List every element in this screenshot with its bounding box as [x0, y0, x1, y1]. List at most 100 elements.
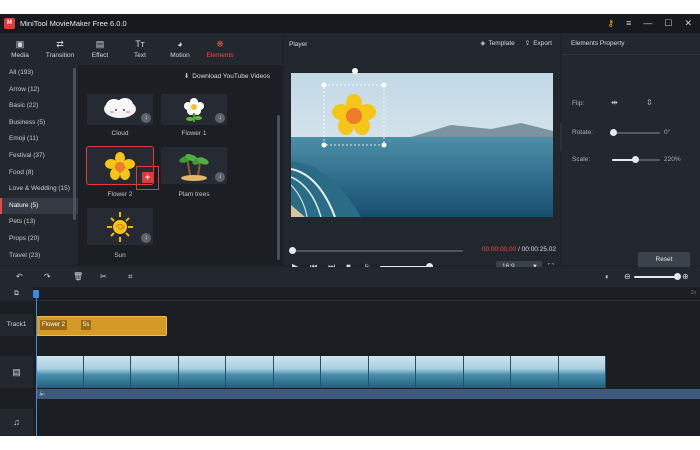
template-button[interactable]: ◈ Template: [480, 39, 514, 47]
category-item-props[interactable]: Props (20): [0, 231, 78, 248]
template-icon: ◈: [480, 40, 486, 47]
property-title: Elements Property: [571, 40, 625, 47]
redo-icon[interactable]: ↷: [44, 271, 51, 283]
category-item-festival[interactable]: Festival (37): [0, 148, 78, 165]
tab-transition[interactable]: ⇄ Transition: [40, 33, 80, 65]
player-actions: ◈ Template ⇪ Export: [480, 39, 552, 47]
tab-label: Media: [11, 52, 29, 59]
motion-icon: ◕: [177, 39, 183, 49]
download-badge-icon[interactable]: ↓: [215, 113, 225, 123]
video-frame-thumbnail: [368, 356, 416, 388]
elements-scrollbar[interactable]: [277, 115, 280, 260]
zoom-in-icon[interactable]: ⊕: [682, 271, 689, 283]
tab-label: Transition: [45, 52, 75, 59]
speaker-icon: 🔈: [39, 391, 47, 397]
download-badge-icon[interactable]: ↓: [141, 233, 151, 243]
video-audio-lane[interactable]: 🔈: [36, 389, 700, 399]
tab-motion[interactable]: ◕ Motion: [160, 33, 200, 65]
element-clip-flower-2[interactable]: Flower 2 5s: [36, 316, 167, 336]
app-logo: M: [4, 18, 15, 29]
element-label: Flower 1: [181, 130, 207, 137]
movie-maker-window: M MiniTool MovieMaker Free 6.0.0 ⚷ ≡ — ☐…: [0, 14, 700, 436]
crop-icon[interactable]: ⌗: [128, 271, 133, 283]
category-item-business[interactable]: Business (5): [0, 115, 78, 132]
elements-property-panel: Elements Property Flip: ⇹ ⇳ Rotate: 0° S…: [562, 33, 700, 268]
ruler-end-marker: 2s: [690, 290, 696, 296]
player-panel: Player ◈ Template ⇪ Export 00:00:00.00 /…: [284, 33, 560, 273]
video-frame-thumbnail: [511, 356, 559, 388]
video-clip[interactable]: [36, 356, 606, 388]
rotate-slider[interactable]: [612, 132, 660, 134]
undo-icon[interactable]: ↶: [16, 271, 23, 283]
category-item-food[interactable]: Food (8): [0, 165, 78, 182]
effect-icon: ▤: [95, 39, 105, 49]
element-label: Cloud: [111, 130, 129, 137]
split-icon[interactable]: ✂: [100, 271, 107, 283]
element-sun[interactable]: ↓: [87, 208, 153, 245]
timeline: ⧉ 2s Track1 Flower 2 5s ▤ 🔈 ♫: [0, 287, 700, 436]
video-frame-thumbnail: [273, 356, 321, 388]
category-item-pets[interactable]: Pets (13): [0, 214, 78, 231]
timeline-toolbar: ↶ ↷ 🗑 ✂ ⌗ ◐ ⊖ ⊕: [0, 267, 700, 287]
video-frame-thumbnail: [131, 356, 179, 388]
player-header: Player ◈ Template ⇪ Export: [284, 33, 560, 55]
element-label: Plam trees: [178, 191, 210, 198]
video-preview[interactable]: [291, 73, 553, 217]
minimize-icon[interactable]: —: [643, 14, 652, 33]
reset-button[interactable]: Reset: [638, 252, 690, 268]
download-icon: ⬇: [183, 73, 190, 80]
template-label: Template: [488, 40, 515, 47]
category-scrollbar[interactable]: [73, 68, 76, 220]
scale-handle[interactable]: [632, 156, 639, 163]
category-item-all[interactable]: All (193): [0, 65, 78, 82]
tab-media[interactable]: ▣ Media: [0, 33, 40, 65]
track-1-header: Track1: [0, 314, 33, 336]
rotate-handle[interactable]: [352, 68, 358, 74]
zoom-out-icon[interactable]: ⊖: [624, 271, 631, 283]
time-ruler[interactable]: [33, 287, 700, 301]
add-track-icon[interactable]: ⧉: [0, 287, 33, 301]
seek-handle[interactable]: [289, 247, 296, 254]
current-time: 00:00:00.00: [481, 246, 517, 253]
category-item-nature[interactable]: Nature (5): [0, 197, 78, 215]
seek-bar[interactable]: [291, 250, 463, 252]
flip-vertical-icon[interactable]: ⇳: [646, 98, 653, 107]
download-badge-icon[interactable]: ↓: [141, 113, 151, 123]
video-frame-thumbnail: [558, 356, 606, 388]
category-item-love-wedding[interactable]: Love & Wedding (15): [0, 181, 78, 198]
key-icon[interactable]: ⚷: [608, 14, 615, 33]
element-cloud[interactable]: ↓: [87, 94, 153, 125]
export-button[interactable]: ⇪ Export: [525, 39, 552, 47]
audio-mixer-icon[interactable]: ◐: [605, 271, 610, 283]
video-frame-thumbnail: [83, 356, 131, 388]
zoom-handle[interactable]: [674, 273, 681, 280]
rotate-handle[interactable]: [610, 129, 617, 136]
rotate-label: Rotate:: [572, 129, 593, 136]
flip-horizontal-icon[interactable]: ⇹: [611, 98, 618, 107]
tab-effect[interactable]: ▤ Effect: [80, 33, 120, 65]
player-title: Player: [289, 40, 308, 48]
delete-icon[interactable]: 🗑: [73, 271, 83, 283]
category-item-emoji[interactable]: Emoji (11): [0, 131, 78, 148]
scale-value: 220%: [664, 156, 681, 163]
flip-label: Flip:: [572, 100, 585, 107]
total-time: 00:00:25.02: [521, 246, 556, 253]
menu-icon[interactable]: ≡: [626, 14, 631, 33]
element-plam-trees[interactable]: ↓: [161, 147, 227, 184]
transition-icon: ⇄: [56, 39, 64, 49]
category-item-basic[interactable]: Basic (22): [0, 98, 78, 115]
timecode: 00:00:00.00 / 00:00:25.02: [482, 246, 556, 253]
add-to-timeline-button[interactable]: +: [142, 172, 153, 183]
category-item-travel[interactable]: Travel (23): [0, 248, 78, 265]
download-youtube-link[interactable]: ⬇ Download YouTube Videos: [184, 72, 270, 80]
element-flower-1[interactable]: ↓: [161, 94, 227, 125]
maximize-icon[interactable]: ☐: [664, 14, 672, 33]
close-icon[interactable]: ✕: [684, 14, 692, 33]
category-list: All (193) Arrow (12) Basic (22) Business…: [0, 65, 78, 265]
tab-elements[interactable]: ❋ Elements: [200, 33, 240, 65]
download-badge-icon[interactable]: ↓: [215, 172, 225, 182]
zoom-slider[interactable]: [634, 276, 676, 278]
category-item-arrow[interactable]: Arrow (12): [0, 82, 78, 99]
media-toolbar: ▣ Media ⇄ Transition ▤ Effect Tт Text ◕ …: [0, 33, 282, 65]
tab-text[interactable]: Tт Text: [120, 33, 160, 65]
